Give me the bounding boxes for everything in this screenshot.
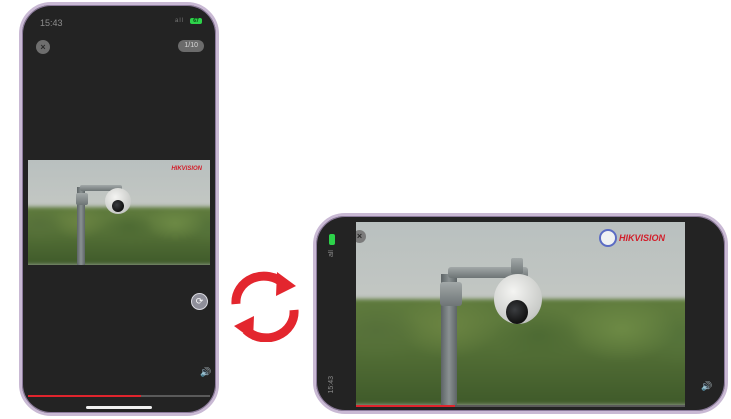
battery-icon (329, 234, 335, 245)
media-counter: 1/10 (178, 40, 204, 52)
hikvision-logo: HIKVISION (619, 233, 666, 243)
portrait-phone: 15:43 all 67 × 1/10 HIKVISION ⟳ 🔊 (19, 2, 219, 416)
progress-fill (356, 405, 455, 407)
hikvision-emblem-icon (599, 229, 617, 247)
sound-icon[interactable]: 🔊 (200, 367, 211, 378)
signal-icon: all (174, 18, 184, 24)
rotate-arrows-icon (231, 271, 299, 342)
status-bar: 15:43 all 67 (22, 5, 216, 28)
close-button[interactable]: × (36, 40, 50, 54)
video-frame (356, 222, 685, 405)
watermark-badge: HIKVISION (599, 229, 669, 249)
signal-icon: all (328, 250, 335, 258)
progress-fill (28, 395, 141, 397)
video-player[interactable]: × HIKVISION (356, 222, 685, 405)
progress-bar[interactable] (356, 405, 685, 407)
rotate-icon: ⟳ (195, 296, 204, 306)
close-icon: × (40, 42, 46, 52)
hikvision-logo: HIKVISION (171, 166, 202, 172)
battery-icon: 67 (190, 18, 202, 24)
home-indicator (86, 406, 152, 409)
status-time: 15:43 (328, 376, 335, 394)
landscape-phone: all 15:43 × HIKVISION 🔊 (313, 213, 728, 414)
close-icon: × (356, 231, 363, 241)
status-time: 15:43 (40, 18, 63, 28)
video-frame (28, 160, 210, 265)
progress-bar[interactable] (28, 395, 210, 397)
rotate-button[interactable]: ⟳ (191, 293, 208, 310)
video-player[interactable]: HIKVISION (28, 160, 210, 265)
sound-icon[interactable]: 🔊 (701, 381, 712, 392)
